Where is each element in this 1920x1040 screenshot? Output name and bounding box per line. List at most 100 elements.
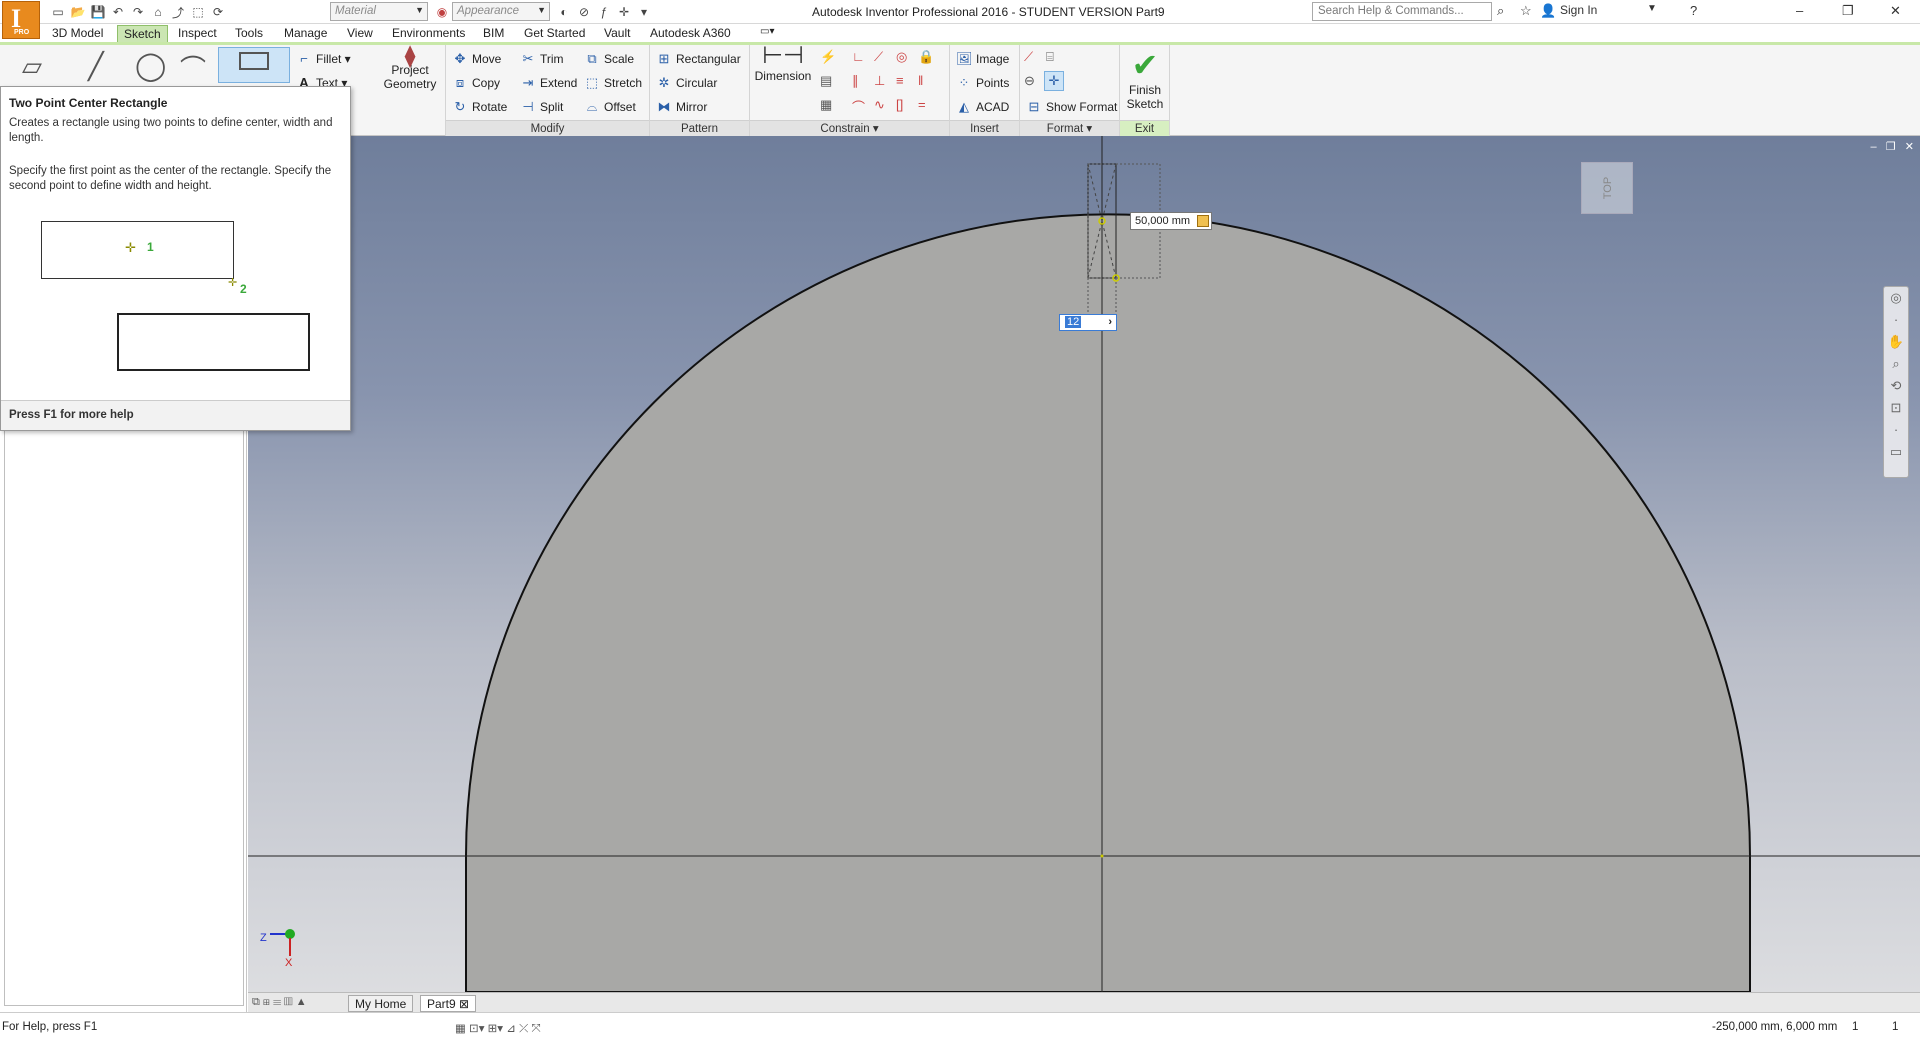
rectangular-pattern-button[interactable]: ⊞ Rectangular [656, 51, 741, 67]
redo-icon[interactable]: ↷ [130, 4, 146, 20]
coincident-icon[interactable]: ∟ [852, 49, 865, 64]
rotate-button[interactable]: ↻ Rotate [452, 99, 508, 115]
split-button[interactable]: ⊣ Split [520, 99, 563, 115]
panel-format-label[interactable]: Format ▾ [1020, 120, 1119, 136]
viewport-minimize-icon[interactable]: – [1870, 141, 1876, 153]
constraint-settings-icon[interactable]: ▦ [820, 97, 832, 113]
dimension-button[interactable]: ⊢⊣ Dimension [752, 44, 814, 84]
stretch-button[interactable]: ⬚ Stretch [584, 75, 642, 91]
ribbon-options-icon[interactable]: ▭▾ [754, 25, 780, 42]
undo-icon[interactable]: ↶ [110, 4, 126, 20]
points-button[interactable]: ⁘ Points [956, 75, 1010, 91]
copy-button[interactable]: ⧈ Copy [452, 75, 500, 91]
sign-in-chevron-icon[interactable]: ▼ [1647, 3, 1657, 14]
material-dropdown[interactable]: Material ▼ [330, 2, 428, 21]
tab-view[interactable]: View [341, 25, 379, 42]
horizontal-icon[interactable]: ≡ [896, 73, 904, 88]
start-2d-sketch-icon[interactable]: ▱ [22, 51, 42, 82]
center-point-icon[interactable]: ✛ [1044, 71, 1064, 91]
equal-icon[interactable]: = [918, 97, 926, 112]
graphics-viewport[interactable]: – ❐ ✕ [248, 136, 1920, 992]
mirror-button[interactable]: ⧓ Mirror [656, 99, 708, 115]
project-geometry-button[interactable]: ⧫ Project Geometry [380, 45, 440, 92]
driven-dimension-icon[interactable]: ⌸ [1046, 49, 1054, 65]
application-menu-button[interactable]: I PRO [2, 1, 40, 39]
concentric-icon[interactable]: ◎ [896, 49, 907, 65]
arc-icon[interactable]: ⌒ [180, 49, 206, 86]
open-icon[interactable]: 📂 [70, 4, 86, 20]
parameters-icon[interactable]: ƒ [596, 4, 612, 20]
collinear-icon[interactable]: ⟋ [874, 49, 883, 65]
circular-pattern-button[interactable]: ✲ Circular [656, 75, 718, 91]
fix-icon[interactable]: 🔒 [918, 49, 934, 65]
centerline-icon[interactable]: ⊖ [1024, 73, 1035, 89]
help-icon[interactable]: ? [1690, 3, 1697, 18]
nav-menu-icon[interactable]: ▭ [1884, 441, 1908, 463]
vertical-icon[interactable]: ‖ [918, 73, 923, 88]
maximize-icon[interactable]: ❐ [1842, 3, 1854, 19]
tab-manage[interactable]: Manage [278, 25, 333, 42]
viewport-close-icon[interactable]: ✕ [1905, 141, 1914, 153]
finish-sketch-button[interactable]: ✔ Finish Sketch [1120, 47, 1170, 111]
perpendicular-icon[interactable]: ⊥ [874, 73, 885, 89]
tile-views-icon[interactable]: ⧉ ⊞ ☰ ▥ ▲ [252, 996, 307, 1009]
parallel-icon[interactable]: ∥ [852, 73, 859, 89]
home-icon[interactable]: ⌂ [150, 4, 166, 20]
tab-sketch[interactable]: Sketch [117, 25, 168, 42]
save-icon[interactable]: 💾 [90, 4, 106, 20]
sign-in-link[interactable]: Sign In [1560, 3, 1597, 17]
tab-get-started[interactable]: Get Started [518, 25, 591, 42]
auto-dimension-icon[interactable]: ⚡ [820, 49, 836, 65]
extend-button[interactable]: ⇥ Extend [520, 75, 578, 91]
tangent-icon[interactable]: ⌒ [852, 97, 865, 116]
circle-icon[interactable]: ◯ [135, 49, 166, 82]
smooth-icon[interactable]: ∿ [874, 97, 885, 113]
orbit-icon[interactable]: ⟲ [1884, 375, 1908, 397]
trim-button[interactable]: ✂ Trim [520, 51, 564, 67]
offset-button[interactable]: ⌓ Offset [584, 99, 636, 115]
tab-vault[interactable]: Vault [598, 25, 636, 42]
acad-button[interactable]: ◭ ACAD [956, 99, 1009, 115]
tab-close-icon[interactable]: ⊠ [459, 997, 469, 1011]
steering-wheel-icon[interactable]: ◎ [1884, 287, 1908, 309]
new-icon[interactable]: ▭ [50, 4, 66, 20]
tab-3d-model[interactable]: 3D Model [46, 25, 109, 42]
image-button[interactable]: 🖼 Image [956, 51, 1009, 67]
clear-override-icon[interactable]: ⊘ [576, 4, 592, 20]
favorite-star-icon[interactable]: ☆ [1520, 3, 1532, 19]
tab-part9[interactable]: Part9 ⊠ [420, 995, 477, 1012]
dynamic-input-field[interactable]: 12 › [1059, 314, 1117, 331]
scale-button[interactable]: ⧉ Scale [584, 51, 634, 67]
viewport-restore-icon[interactable]: ❐ [1886, 141, 1896, 153]
move-button[interactable]: ✥ Move [452, 51, 502, 67]
status-tool-icons[interactable]: ▦ ⊡▾ ⊞▾ ⊿ ⤫ ⤧ [455, 1021, 541, 1036]
tab-environments[interactable]: Environments [386, 25, 471, 42]
update-icon[interactable]: ⟳ [210, 4, 226, 20]
return-icon[interactable]: ⤴ [170, 4, 186, 20]
close-icon[interactable]: ✕ [1890, 3, 1901, 19]
show-format-button[interactable]: ⊟ Show Format [1026, 99, 1118, 115]
symmetric-icon[interactable]: [] [896, 97, 903, 112]
tab-my-home[interactable]: My Home [348, 995, 414, 1012]
search-input[interactable]: Search Help & Commands... [1312, 2, 1492, 21]
tab-autodesk-a360[interactable]: Autodesk A360 [644, 25, 737, 42]
zoom-icon[interactable]: ⌕ [1884, 353, 1908, 375]
tab-inspect[interactable]: Inspect [172, 25, 223, 42]
pan-icon[interactable]: ✋ [1884, 331, 1908, 353]
customize-icon[interactable]: ▾ [636, 4, 652, 20]
binoculars-icon[interactable]: ⌕ [1497, 3, 1504, 19]
measure-icon[interactable]: ✛ [616, 4, 632, 20]
minimize-icon[interactable]: – [1796, 3, 1803, 18]
appearance-dropdown[interactable]: Appearance ▼ [452, 2, 550, 21]
fillet-button[interactable]: ⌐ Fillet ▾ [296, 51, 351, 67]
adjust-icon[interactable]: ◐ [556, 4, 572, 20]
construction-icon[interactable]: ⟋ [1024, 49, 1033, 65]
tab-tools[interactable]: Tools [229, 25, 269, 42]
look-at-icon[interactable]: ⊡ [1884, 397, 1908, 419]
viewcube[interactable]: TOP [1581, 162, 1633, 214]
line-icon[interactable]: ╱ [88, 51, 104, 82]
rectangle-button[interactable] [218, 47, 290, 83]
panel-constrain-label[interactable]: Constrain ▾ [750, 120, 949, 136]
show-constraints-icon[interactable]: ▤ [820, 73, 832, 89]
select-icon[interactable]: ⬚ [190, 4, 206, 20]
